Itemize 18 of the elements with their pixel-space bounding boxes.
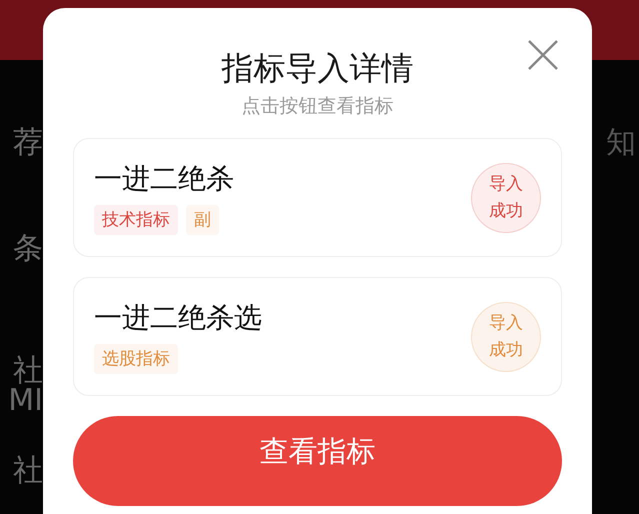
background-text: MI: [8, 386, 43, 416]
background-text: 知: [606, 125, 636, 160]
indicator-name: 一进二绝杀选: [94, 300, 263, 336]
background-text: 荐: [13, 128, 43, 158]
indicator-tag: 技术指标: [94, 204, 178, 234]
close-icon: [526, 38, 560, 72]
indicator-tag: 副: [186, 204, 219, 234]
dialog-title: 指标导入详情: [220, 48, 414, 88]
import-status-badge: 导入成功: [471, 162, 541, 232]
background-text: 条: [13, 234, 43, 264]
close-button[interactable]: [526, 38, 560, 72]
view-indicator-button[interactable]: 查看指标: [73, 416, 562, 506]
indicator-tag: 选股指标: [94, 344, 178, 374]
dialog-subtitle: 点击按钮查看指标: [240, 94, 394, 118]
indicator-name: 一进二绝杀: [94, 160, 235, 196]
background-text: 社: [13, 456, 43, 486]
import-status-badge: 导入成功: [471, 302, 541, 372]
background-text: 社: [13, 356, 43, 386]
